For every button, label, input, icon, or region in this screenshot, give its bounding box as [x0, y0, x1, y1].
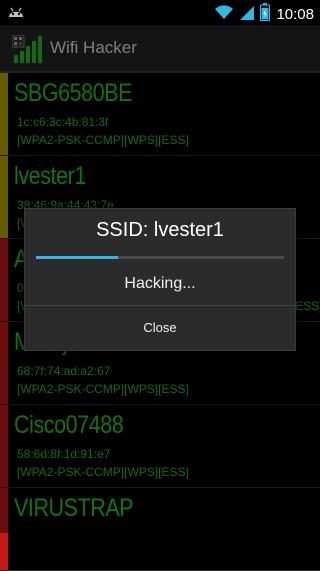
status-time: 10:08	[276, 5, 314, 23]
status-bar: 10:08	[0, 0, 320, 25]
dialog-message: Hacking...	[124, 275, 196, 292]
battery-charging-icon	[260, 3, 271, 25]
progress-fill	[36, 256, 118, 259]
progress-bar	[36, 256, 284, 259]
android-icon	[6, 4, 26, 24]
signal-icon	[240, 4, 255, 24]
status-bar-right: 10:08	[214, 3, 314, 25]
dialog-title: SSID: lvester1	[96, 219, 224, 241]
wifi-icon	[214, 4, 234, 24]
close-button[interactable]: Close	[25, 306, 295, 350]
hacking-dialog: SSID: lvester1 Hacking... Close	[24, 208, 296, 351]
